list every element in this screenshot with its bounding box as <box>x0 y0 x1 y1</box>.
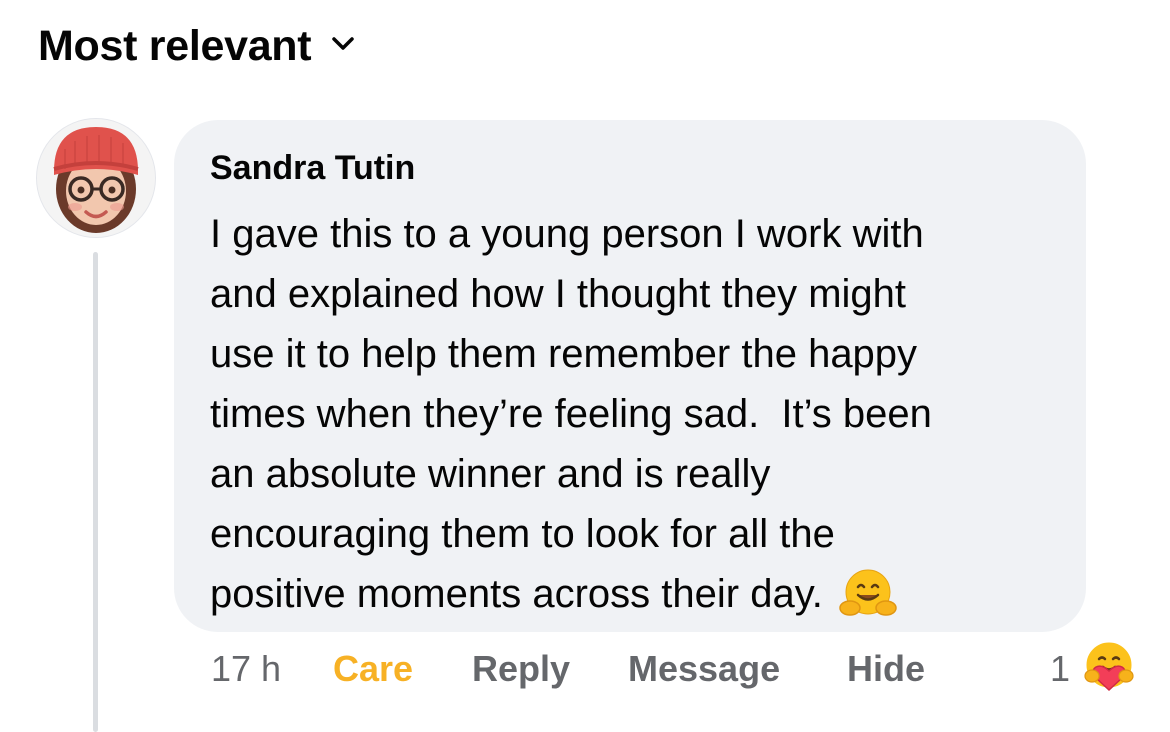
hugging-face-icon <box>839 568 897 625</box>
comment-text-line: times when they’re feeling sad. It’s bee… <box>210 392 932 436</box>
comment-author[interactable]: Sandra Tutin <box>210 148 1050 188</box>
thread-line <box>93 252 98 732</box>
reply-button[interactable]: Reply <box>472 648 570 690</box>
comment-timestamp[interactable]: 17 h <box>211 648 281 690</box>
reaction-count[interactable]: 1 <box>1050 648 1070 690</box>
comment-text-line: I gave this to a young person I work wit… <box>210 212 924 256</box>
care-reaction-button[interactable]: Care <box>333 648 413 690</box>
message-button[interactable]: Message <box>628 648 780 690</box>
sort-label: Most relevant <box>38 22 312 70</box>
hide-button[interactable]: Hide <box>847 648 925 690</box>
comment-text-line: an absolute winner and is really <box>210 452 771 496</box>
comment-text-line: and explained how I thought they might <box>210 272 907 316</box>
avatar[interactable] <box>37 119 155 237</box>
sort-dropdown[interactable]: Most relevant <box>38 22 355 71</box>
chevron-down-icon <box>331 36 355 57</box>
care-heart-icon[interactable] <box>1080 638 1138 701</box>
comment-bubble: Sandra Tutin I gave this to a young pers… <box>174 120 1086 632</box>
comment-text-line: encouraging them to look for all the <box>210 512 835 556</box>
comment-text-line: use it to help them remember the happy <box>210 332 918 376</box>
comment-text-line: positive moments across their day. <box>210 572 823 616</box>
